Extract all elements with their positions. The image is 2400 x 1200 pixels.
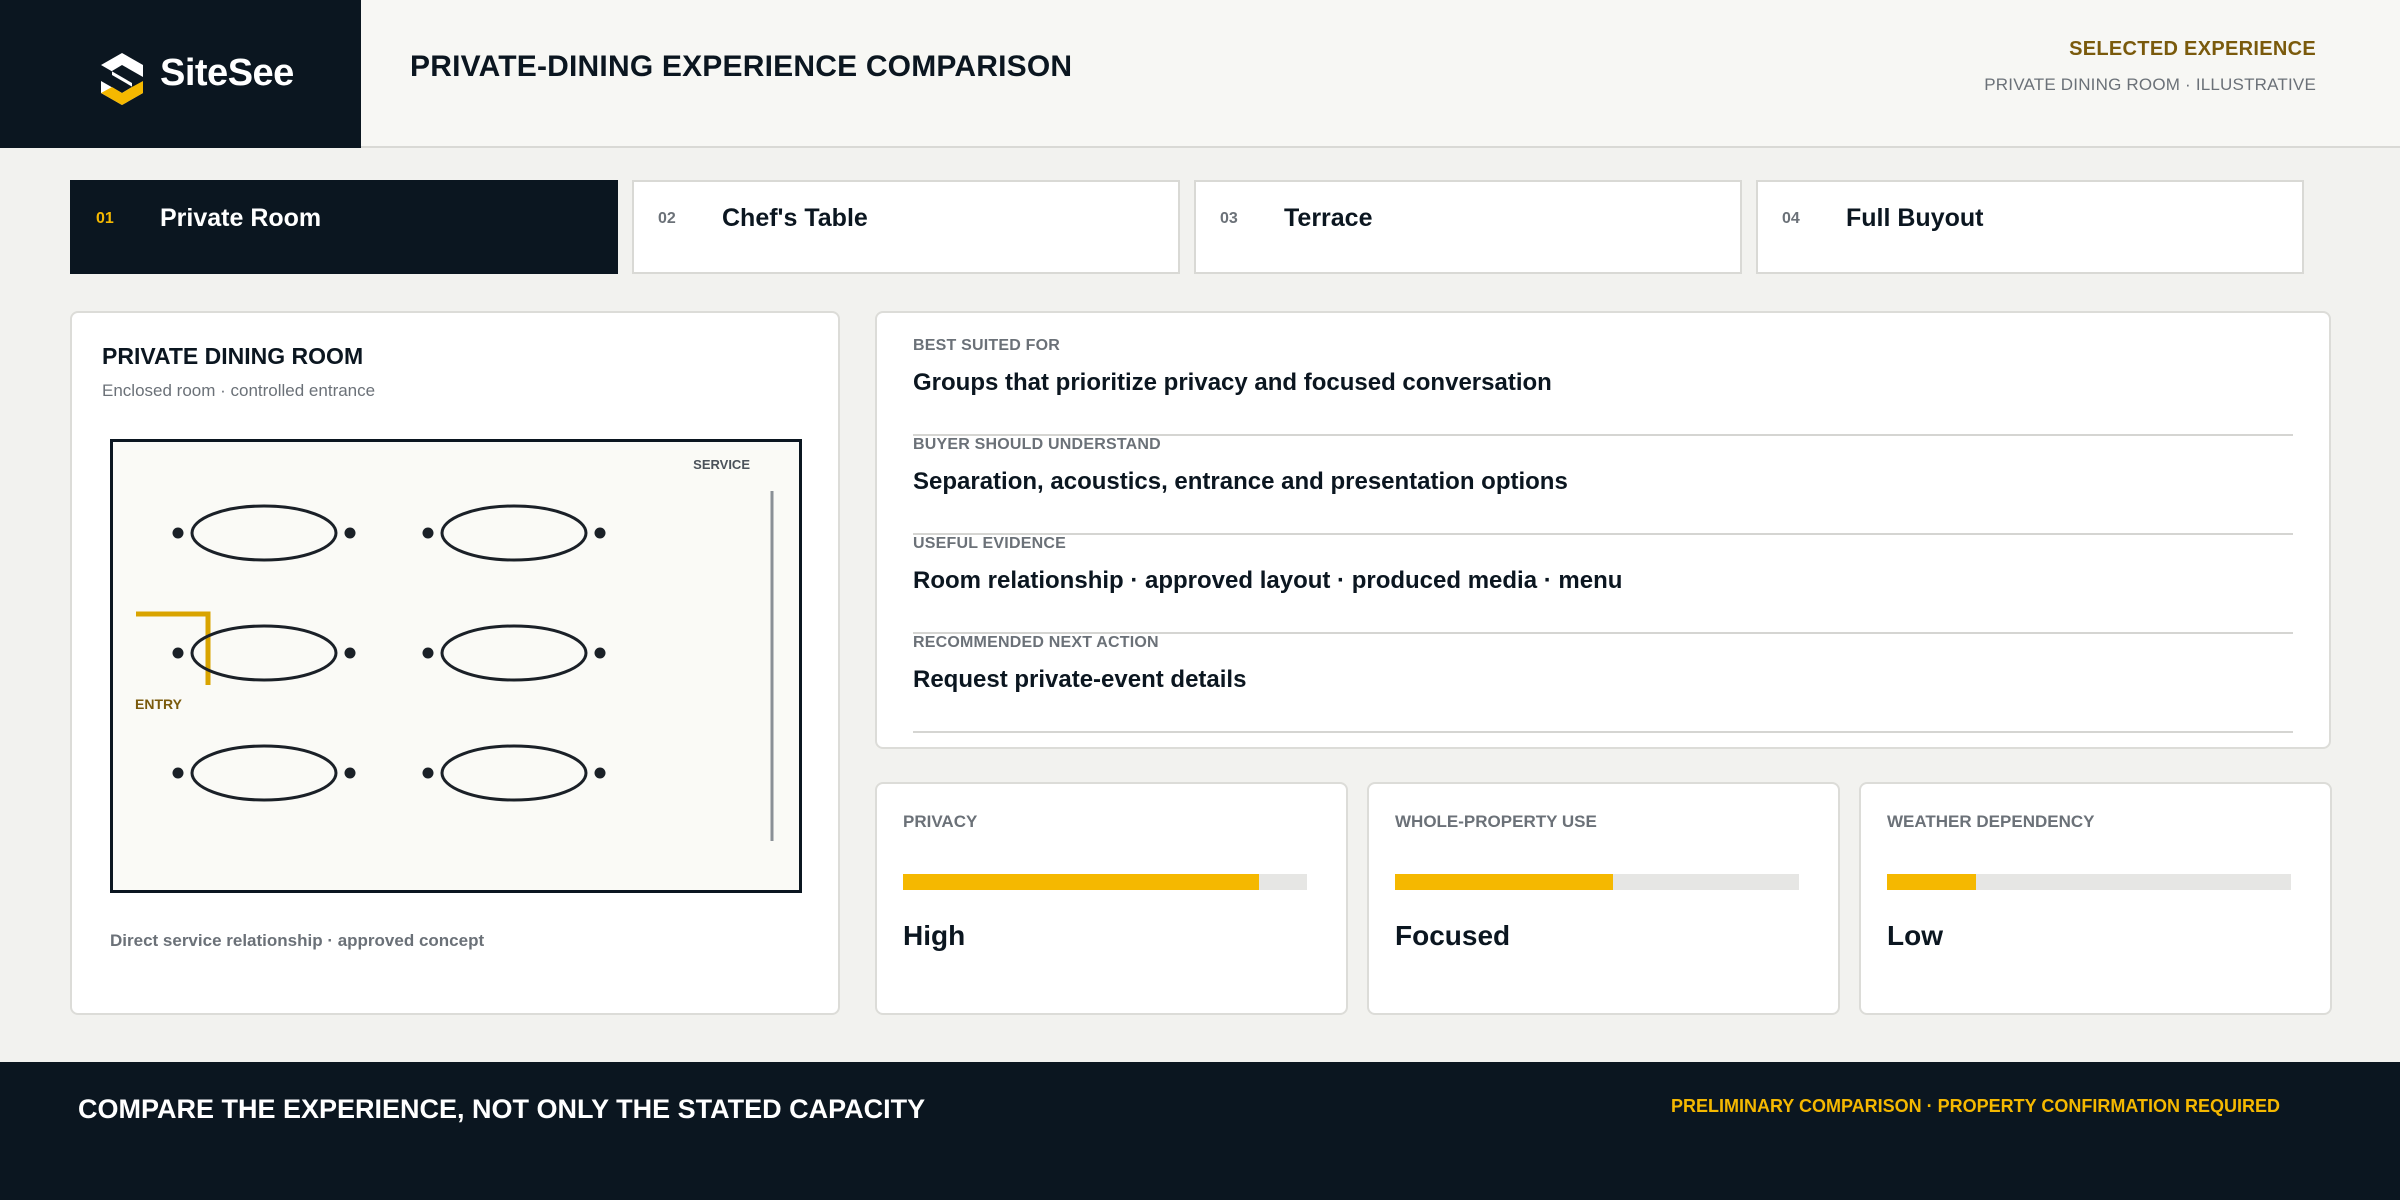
info-next-action: RECOMMENDED NEXT ACTION Request private-…	[913, 634, 2293, 733]
tab-chefs-table[interactable]: 02 Chef's Table	[632, 180, 1180, 274]
info-value: Groups that prioritize privacy and focus…	[913, 369, 1552, 396]
metric-bar	[1887, 874, 2291, 890]
entry-label: ENTRY	[135, 696, 183, 712]
tab-label: Full Buyout	[1846, 204, 1984, 232]
experience-info-card: BEST SUITED FOR Groups that prioritize p…	[875, 311, 2331, 749]
metric-value: High	[903, 920, 966, 951]
tab-terrace[interactable]: 03 Terrace	[1194, 180, 1742, 274]
tab-number: 04	[1782, 210, 1800, 227]
info-best-suited: BEST SUITED FOR Groups that prioritize p…	[913, 337, 2293, 436]
info-buyer-understand: BUYER SHOULD UNDERSTAND Separation, acou…	[913, 436, 2293, 535]
room-title: PRIVATE DINING ROOM	[102, 343, 364, 369]
tab-number: 02	[658, 210, 676, 227]
room-card: PRIVATE DINING ROOM Enclosed room · cont…	[70, 311, 840, 1015]
tab-label: Chef's Table	[722, 204, 868, 232]
footer: COMPARE THE EXPERIENCE, NOT ONLY THE STA…	[0, 1062, 2400, 1200]
header: SiteSee PRIVATE-DINING EXPERIENCE COMPAR…	[0, 0, 2400, 148]
metric-label: PRIVACY	[903, 812, 978, 831]
sitesee-logo-icon	[101, 53, 143, 105]
page-title: PRIVATE-DINING EXPERIENCE COMPARISON	[410, 50, 1073, 83]
metric-bar	[1395, 874, 1799, 890]
footer-tagline: COMPARE THE EXPERIENCE, NOT ONLY THE STA…	[78, 1094, 926, 1124]
info-value: Request private-event details	[913, 666, 1247, 693]
metric-bar-fill	[1887, 874, 1976, 890]
room-subtitle: Enclosed room · controlled entrance	[102, 381, 376, 400]
metric-label: WEATHER DEPENDENCY	[1887, 812, 2095, 831]
info-label: BEST SUITED FOR	[913, 337, 1061, 354]
info-label: RECOMMENDED NEXT ACTION	[913, 634, 1159, 651]
room-outline	[110, 439, 802, 893]
floor-plan: SERVICE ENTRY	[110, 439, 802, 893]
tab-label: Terrace	[1284, 204, 1373, 232]
tab-full-buyout[interactable]: 04 Full Buyout	[1756, 180, 2304, 274]
metric-label: WHOLE-PROPERTY USE	[1395, 812, 1597, 831]
tab-number: 03	[1220, 210, 1238, 227]
room-caption: Direct service relationship · approved c…	[110, 931, 485, 950]
metric-whole-property-use: WHOLE-PROPERTY USE Focused	[1367, 782, 1840, 1015]
metric-bar	[903, 874, 1307, 890]
footer-disclaimer: PRELIMINARY COMPARISON · PROPERTY CONFIR…	[1670, 1096, 2280, 1116]
metric-value: Focused	[1395, 920, 1511, 951]
tab-number: 01	[96, 210, 114, 227]
info-value: Separation, acoustics, entrance and pres…	[913, 468, 1568, 495]
info-label: USEFUL EVIDENCE	[913, 535, 1066, 552]
metric-bar-fill	[903, 874, 1259, 890]
tab-label: Private Room	[160, 204, 322, 232]
metric-value: Low	[1887, 920, 1943, 951]
selected-experience-label: SELECTED EXPERIENCE	[2069, 38, 2316, 60]
info-value: Room relationship · approved layout · pr…	[913, 567, 1623, 594]
brand-name: SiteSee	[160, 52, 294, 94]
tab-private-room[interactable]: 01 Private Room	[70, 180, 618, 274]
brand-logo[interactable]: SiteSee	[0, 0, 361, 148]
metric-bar-fill	[1395, 874, 1614, 890]
service-label: SERVICE	[693, 457, 750, 472]
selected-experience-name: PRIVATE DINING ROOM · ILLUSTRATIVE	[1984, 75, 2316, 94]
info-useful-evidence: USEFUL EVIDENCE Room relationship · appr…	[913, 535, 2293, 634]
info-label: BUYER SHOULD UNDERSTAND	[913, 436, 1161, 453]
metric-privacy: PRIVACY High	[875, 782, 1348, 1015]
metric-weather-dependency: WEATHER DEPENDENCY Low	[1859, 782, 2332, 1015]
